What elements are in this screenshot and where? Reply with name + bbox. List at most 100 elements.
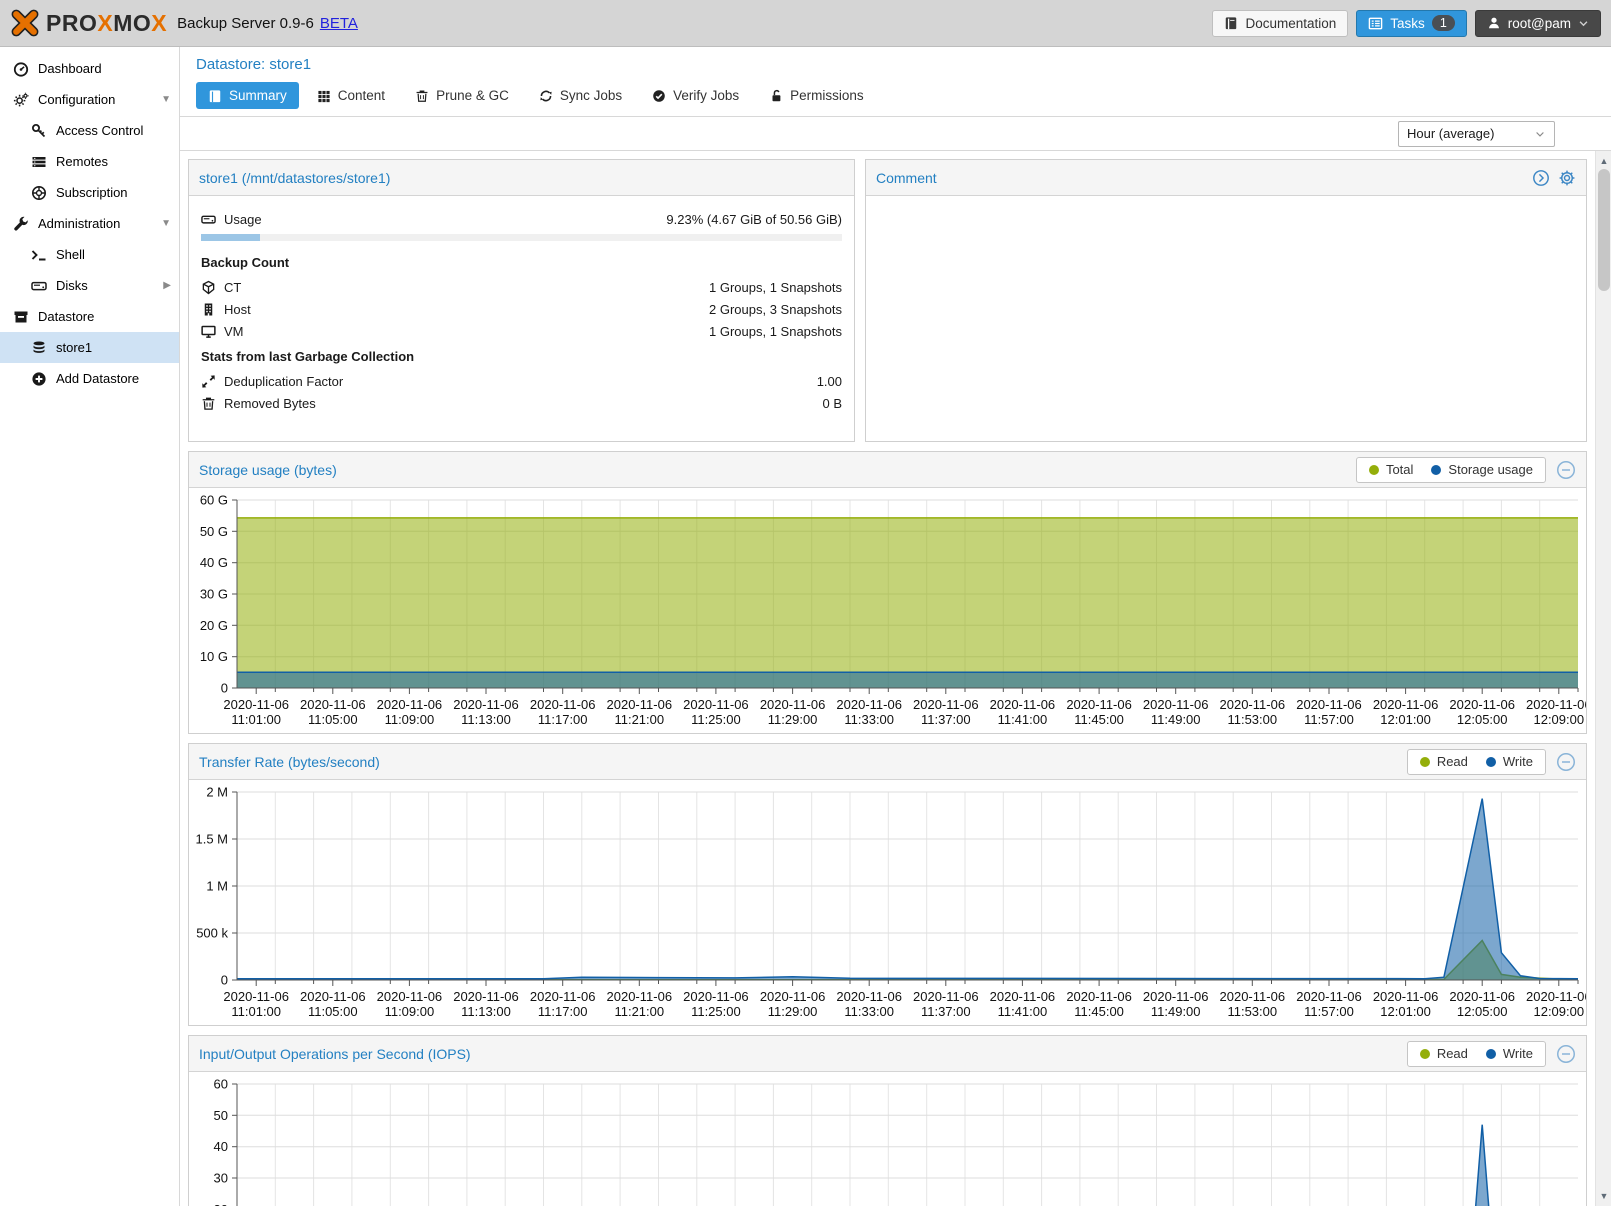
svg-text:0: 0 xyxy=(221,681,228,696)
tasks-button[interactable]: Tasks 1 xyxy=(1356,10,1466,37)
svg-text:2020-11-0612:05:00: 2020-11-0612:05:00 xyxy=(1449,989,1515,1019)
caret-right-icon[interactable]: ▶ xyxy=(163,280,171,291)
datastore-box-icon xyxy=(12,308,29,325)
comment-body[interactable] xyxy=(866,196,1586,441)
svg-text:2020-11-0611:13:00: 2020-11-0611:13:00 xyxy=(453,989,519,1019)
sidebar-item-access-control[interactable]: Access Control xyxy=(0,115,179,146)
remotes-icon xyxy=(30,153,47,170)
caret-down-icon[interactable]: ▼ xyxy=(161,94,171,105)
check-circle-icon xyxy=(652,89,666,103)
dashboard-icon xyxy=(12,60,29,77)
svg-text:2020-11-0611:49:00: 2020-11-0611:49:00 xyxy=(1143,697,1209,727)
svg-text:2020-11-0611:25:00: 2020-11-0611:25:00 xyxy=(683,989,749,1019)
tab-sync-jobs[interactable]: Sync Jobs xyxy=(527,82,634,109)
sidebar-item-configuration[interactable]: Configuration ▼ xyxy=(0,84,179,115)
storage-usage-title: Storage usage (bytes) xyxy=(199,462,1356,478)
sidebar-item-add-datastore[interactable]: Add Datastore xyxy=(0,363,179,394)
svg-text:20 G: 20 G xyxy=(200,618,228,633)
key-icon xyxy=(30,122,47,139)
svg-text:40: 40 xyxy=(214,1139,228,1154)
vertical-scrollbar[interactable]: ▲ ▼ xyxy=(1595,151,1611,1206)
svg-text:2020-11-0611:57:00: 2020-11-0611:57:00 xyxy=(1296,989,1362,1019)
sidebar-item-disks[interactable]: Disks ▶ xyxy=(0,270,179,301)
removed-bytes-row: Removed Bytes 0 B xyxy=(201,393,842,413)
svg-text:2020-11-0611:57:00: 2020-11-0611:57:00 xyxy=(1296,697,1362,727)
usage-progress-fill xyxy=(201,234,260,241)
titlebar: Datastore: store1 Summary Content Prune … xyxy=(180,47,1611,117)
hdd-icon xyxy=(30,277,47,294)
header-actions: Documentation Tasks 1 root@pam xyxy=(1212,10,1601,37)
iops-chart: 60504030201002020-11-0611:01:002020-11-0… xyxy=(189,1072,1586,1206)
beta-link[interactable]: BETA xyxy=(320,15,358,32)
sidebar-nav: Dashboard Configuration ▼ Access Control xyxy=(0,47,180,1206)
trash-icon xyxy=(415,89,429,103)
svg-text:2020-11-0612:01:00: 2020-11-0612:01:00 xyxy=(1373,697,1439,727)
legend-dot-write xyxy=(1486,757,1496,767)
chart-range-toolbar: Hour (average) xyxy=(180,117,1611,151)
sidebar-item-datastore[interactable]: Datastore xyxy=(0,301,179,332)
usage-row: Usage 9.23% (4.67 GiB of 50.56 GiB) xyxy=(201,209,842,229)
legend-dot-read xyxy=(1420,757,1430,767)
hdd-icon xyxy=(201,212,216,227)
collapse-minus-circle-icon[interactable] xyxy=(1556,1044,1576,1064)
user-menu-button[interactable]: root@pam xyxy=(1475,10,1601,37)
dedup-row: Deduplication Factor 1.00 xyxy=(201,371,842,391)
tab-verify-jobs[interactable]: Verify Jobs xyxy=(640,82,751,109)
svg-text:2020-11-0611:49:00: 2020-11-0611:49:00 xyxy=(1143,989,1209,1019)
sidebar-item-shell[interactable]: Shell xyxy=(0,239,179,270)
svg-text:2020-11-0611:41:00: 2020-11-0611:41:00 xyxy=(990,989,1056,1019)
chevron-down-icon xyxy=(1578,18,1589,29)
transfer-rate-chart: 2 M1.5 M1 M500 k02020-11-0611:01:002020-… xyxy=(189,780,1586,1025)
sidebar-item-remotes[interactable]: Remotes xyxy=(0,146,179,177)
svg-text:2020-11-0611:33:00: 2020-11-0611:33:00 xyxy=(836,697,902,727)
storage-usage-chart: 60 G50 G40 G30 G20 G10 G02020-11-0611:01… xyxy=(189,488,1586,733)
user-icon xyxy=(1487,16,1501,30)
svg-text:30: 30 xyxy=(214,1171,228,1186)
svg-text:2020-11-0611:17:00: 2020-11-0611:17:00 xyxy=(530,697,596,727)
legend-dot-total xyxy=(1369,465,1379,475)
svg-text:2020-11-0611:53:00: 2020-11-0611:53:00 xyxy=(1220,989,1286,1019)
tab-content[interactable]: Content xyxy=(305,82,397,109)
collapse-minus-circle-icon[interactable] xyxy=(1556,752,1576,772)
tab-prune-gc[interactable]: Prune & GC xyxy=(403,82,521,109)
sidebar-item-store1[interactable]: store1 xyxy=(0,332,179,363)
cube-icon xyxy=(201,280,216,295)
transfer-rate-panel: Transfer Rate (bytes/second) Read Write … xyxy=(188,743,1587,1026)
gear-icon[interactable] xyxy=(1558,169,1576,187)
backup-row-vm: VM 1 Groups, 1 Snapshots xyxy=(201,321,842,341)
scroll-down-arrow[interactable]: ▼ xyxy=(1596,1188,1611,1204)
svg-text:50: 50 xyxy=(214,1108,228,1123)
svg-text:2020-11-0611:09:00: 2020-11-0611:09:00 xyxy=(377,697,443,727)
svg-text:60: 60 xyxy=(214,1077,228,1092)
storage-usage-legend: Total Storage usage xyxy=(1356,457,1546,483)
svg-text:60 G: 60 G xyxy=(200,493,228,508)
scroll-up-arrow[interactable]: ▲ xyxy=(1596,153,1611,169)
svg-text:2020-11-0611:29:00: 2020-11-0611:29:00 xyxy=(760,989,826,1019)
documentation-button[interactable]: Documentation xyxy=(1212,10,1348,37)
svg-text:1.5 M: 1.5 M xyxy=(195,832,228,847)
iops-legend: Read Write xyxy=(1407,1041,1546,1067)
tab-summary[interactable]: Summary xyxy=(196,82,299,109)
edit-chevron-circle-icon[interactable] xyxy=(1532,169,1550,187)
time-range-select[interactable]: Hour (average) xyxy=(1398,121,1555,147)
transfer-rate-title: Transfer Rate (bytes/second) xyxy=(199,754,1407,770)
sidebar-item-dashboard[interactable]: Dashboard xyxy=(0,53,179,84)
collapse-minus-circle-icon[interactable] xyxy=(1556,460,1576,480)
sidebar-item-administration[interactable]: Administration ▼ xyxy=(0,208,179,239)
terminal-icon xyxy=(30,246,47,263)
proxmox-x-icon xyxy=(10,8,40,38)
caret-down-icon[interactable]: ▼ xyxy=(161,218,171,229)
product-version: Backup Server 0.9-6 xyxy=(177,15,314,32)
scrollbar-thumb[interactable] xyxy=(1598,169,1610,291)
transfer-rate-legend: Read Write xyxy=(1407,749,1546,775)
svg-text:2020-11-0611:05:00: 2020-11-0611:05:00 xyxy=(300,989,366,1019)
brand-text: PROXMOX xyxy=(46,10,167,37)
wrench-icon xyxy=(12,215,29,232)
sidebar-item-subscription[interactable]: Subscription xyxy=(0,177,179,208)
proxmox-backup-app: PROXMOX Backup Server 0.9-6 BETA Documen… xyxy=(0,0,1611,1206)
svg-text:2020-11-0611:13:00: 2020-11-0611:13:00 xyxy=(453,697,519,727)
unlock-icon xyxy=(769,89,783,103)
scroll-area: store1 (/mnt/datastores/store1) Usage 9.… xyxy=(180,151,1595,1206)
tab-permissions[interactable]: Permissions xyxy=(757,82,876,109)
building-icon xyxy=(201,302,216,317)
